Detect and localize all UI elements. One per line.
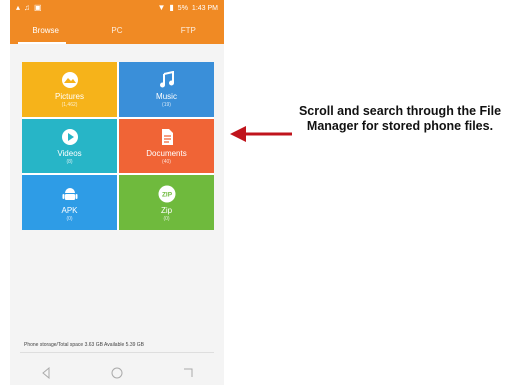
category-count: (0) bbox=[163, 215, 170, 222]
wifi-icon: ▼ bbox=[157, 3, 166, 12]
tab-ftp[interactable]: FTP bbox=[153, 16, 224, 44]
svg-text:ZIP: ZIP bbox=[161, 191, 172, 198]
battery-level: 5% bbox=[177, 4, 188, 12]
system-nav-bar bbox=[10, 362, 224, 384]
category-count: (19) bbox=[162, 102, 171, 109]
clock: 1:43 PM bbox=[191, 4, 218, 12]
category-count: (40) bbox=[162, 158, 171, 165]
recents-icon bbox=[184, 368, 193, 377]
zip-icon: ZIP bbox=[157, 184, 177, 204]
photo-icon bbox=[60, 70, 80, 90]
back-button[interactable] bbox=[36, 365, 56, 381]
music-note-icon: ♫ bbox=[24, 3, 31, 12]
home-button[interactable] bbox=[107, 365, 127, 381]
category-documents[interactable]: Documents (40) bbox=[119, 118, 214, 174]
category-apk[interactable]: APK (0) bbox=[22, 175, 117, 230]
recents-button[interactable] bbox=[178, 365, 198, 381]
category-label: Music bbox=[156, 92, 177, 102]
category-zip[interactable]: ZIP Zip (0) bbox=[119, 175, 214, 230]
callout-arrow bbox=[230, 126, 292, 142]
category-count: (8) bbox=[66, 158, 73, 165]
category-label: APK bbox=[61, 205, 78, 215]
home-icon bbox=[111, 367, 123, 379]
battery-icon: ▮ bbox=[169, 3, 174, 12]
category-pictures[interactable]: Pictures (1,462) bbox=[22, 62, 117, 117]
category-label: Zip bbox=[160, 205, 173, 215]
notification-icon: ▴ bbox=[16, 3, 21, 12]
category-label: Documents bbox=[146, 149, 187, 159]
android-icon bbox=[60, 184, 80, 204]
category-grid: Pictures (1,462) Music (19) Videos (8) D… bbox=[22, 62, 214, 230]
back-icon bbox=[41, 367, 50, 379]
tab-browse[interactable]: Browse bbox=[10, 16, 81, 44]
active-tab-indicator bbox=[18, 42, 66, 44]
play-icon bbox=[60, 127, 80, 147]
category-count: (1,462) bbox=[61, 102, 78, 109]
document-icon bbox=[157, 127, 177, 147]
image-icon: ▣ bbox=[34, 3, 42, 12]
category-count: (0) bbox=[66, 215, 73, 222]
category-label: Pictures bbox=[55, 92, 84, 102]
category-label: Videos bbox=[57, 149, 82, 159]
music-icon bbox=[157, 70, 177, 90]
status-bar: ▴ ♫ ▣ ▼ ▮ 5% 1:43 PM bbox=[10, 0, 224, 16]
tab-bar: Browse PC FTP bbox=[10, 16, 224, 44]
category-music[interactable]: Music (19) bbox=[119, 62, 214, 117]
storage-summary: Phone storage/Total space 3.63 GB Availa… bbox=[24, 342, 144, 348]
phone-screen: ▴ ♫ ▣ ▼ ▮ 5% 1:43 PM Browse PC FTP Pictu… bbox=[10, 0, 224, 385]
callout-text: Scroll and search through the File Manag… bbox=[298, 104, 502, 133]
tab-pc[interactable]: PC bbox=[81, 16, 152, 44]
divider bbox=[20, 352, 214, 353]
category-videos[interactable]: Videos (8) bbox=[22, 118, 117, 174]
